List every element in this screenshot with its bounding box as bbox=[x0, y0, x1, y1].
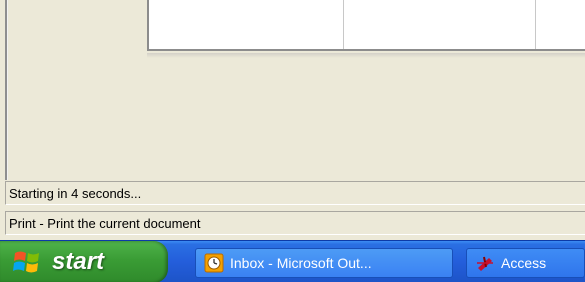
grid-cell[interactable] bbox=[536, 0, 585, 49]
start-label: start bbox=[52, 248, 105, 275]
grid-bottom-edge bbox=[147, 53, 585, 58]
outlook-clock-icon bbox=[204, 253, 224, 273]
taskbar-item-access[interactable]: Access bbox=[466, 248, 585, 278]
app-workspace bbox=[0, 0, 585, 180]
taskbar-item-outlook[interactable]: Inbox - Microsoft Out... bbox=[195, 248, 453, 278]
grid-cell[interactable] bbox=[149, 0, 344, 49]
status-bar-help: Print - Print the current document bbox=[5, 211, 585, 235]
grid-row bbox=[149, 0, 585, 49]
status-bar-countdown: Starting in 4 seconds... bbox=[5, 181, 585, 205]
taskbar-item-label: Access bbox=[501, 255, 547, 271]
taskbar-item-label: Inbox - Microsoft Out... bbox=[230, 255, 372, 271]
windows-flag-icon bbox=[13, 251, 39, 273]
start-button[interactable]: start bbox=[0, 241, 168, 282]
access-key-icon bbox=[477, 256, 493, 271]
grid-cell[interactable] bbox=[344, 0, 536, 49]
screen: Starting in 4 seconds... Print - Print t… bbox=[0, 0, 585, 282]
data-grid[interactable] bbox=[147, 0, 585, 51]
taskbar: start Inbox - Microsoft Out... Access bbox=[0, 240, 585, 282]
window-frame-left bbox=[5, 0, 8, 180]
